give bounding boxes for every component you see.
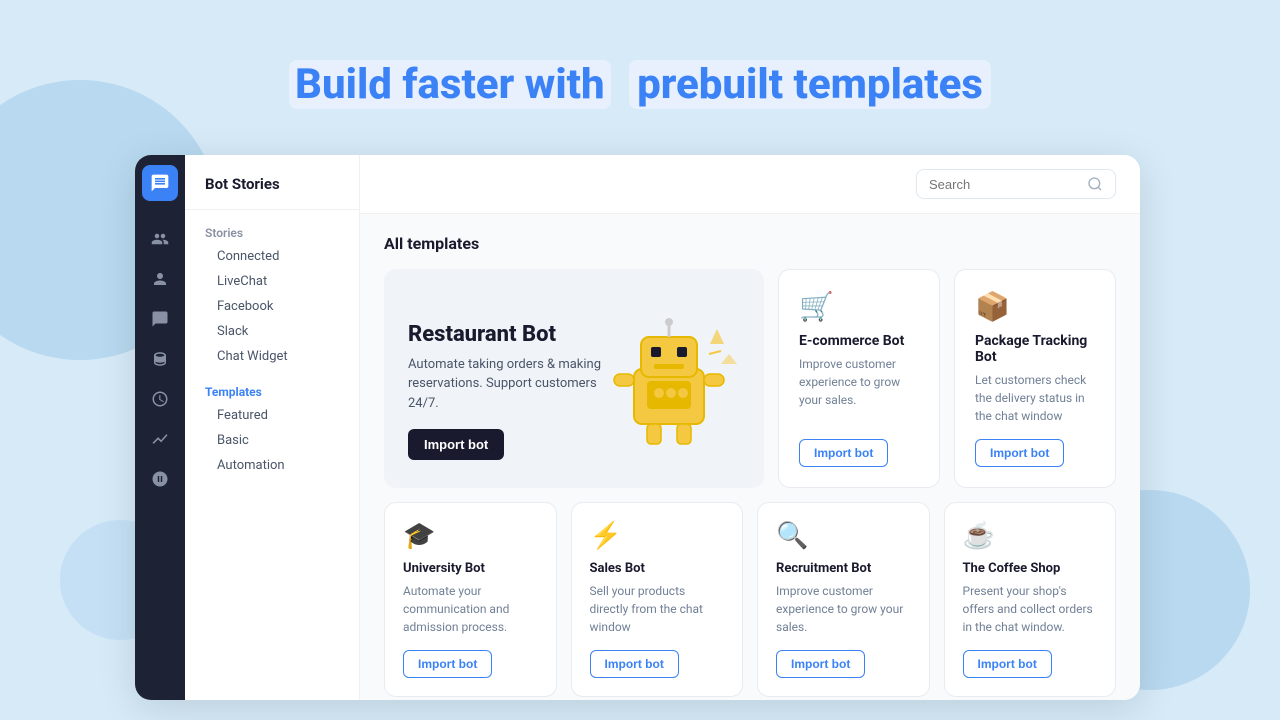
- ecommerce-import-btn[interactable]: Import bot: [799, 439, 888, 467]
- app-logo: [142, 165, 178, 201]
- coffee-title: The Coffee Shop: [963, 561, 1098, 576]
- sidebar-icon-clock[interactable]: [142, 381, 178, 417]
- sidebar-icon-analytics[interactable]: [142, 421, 178, 457]
- recruitment-import-btn[interactable]: Import bot: [776, 650, 865, 678]
- nav-automation[interactable]: Automation: [185, 453, 359, 478]
- nav-featured[interactable]: Featured: [185, 403, 359, 428]
- university-import-btn[interactable]: Import bot: [403, 650, 492, 678]
- sales-title: Sales Bot: [590, 561, 725, 576]
- sidebar-icon-database[interactable]: [142, 341, 178, 377]
- ecommerce-desc: Improve customer experience to grow your…: [799, 355, 919, 425]
- recruitment-icon: 🔍: [776, 521, 911, 551]
- nav-connected[interactable]: Connected: [185, 244, 359, 269]
- nav-livechat[interactable]: LiveChat: [185, 269, 359, 294]
- card-recruitment: 🔍 Recruitment Bot Improve customer exper…: [757, 502, 930, 697]
- search-input[interactable]: [929, 177, 1087, 192]
- coffee-icon: ☕: [963, 521, 1098, 551]
- icon-sidebar: [135, 155, 185, 700]
- coffee-desc: Present your shop's offers and collect o…: [963, 582, 1098, 636]
- package-desc: Let customers check the delivery status …: [975, 371, 1095, 425]
- sidebar-icon-team[interactable]: [142, 221, 178, 257]
- ecommerce-title: E-commerce Bot: [799, 333, 919, 349]
- recruitment-title: Recruitment Bot: [776, 561, 911, 576]
- templates-area: All templates Restaurant Bot Automate ta…: [360, 214, 1140, 700]
- sidebar-icon-contacts[interactable]: [142, 261, 178, 297]
- nav-basic[interactable]: Basic: [185, 428, 359, 453]
- app-container: Bot Stories Stories Connected LiveChat F…: [135, 155, 1140, 700]
- card-sales: ⚡ Sales Bot Sell your products directly …: [571, 502, 744, 697]
- nav-slack[interactable]: Slack: [185, 319, 359, 344]
- sales-import-btn[interactable]: Import bot: [590, 650, 679, 678]
- package-title: Package Tracking Bot: [975, 333, 1095, 365]
- sales-icon: ⚡: [590, 521, 725, 551]
- templates-section-title: All templates: [384, 234, 1116, 253]
- nav-sidebar: Bot Stories Stories Connected LiveChat F…: [185, 155, 360, 700]
- coffee-import-btn[interactable]: Import bot: [963, 650, 1052, 678]
- sales-desc: Sell your products directly from the cha…: [590, 582, 725, 636]
- card-featured-restaurant: Restaurant Bot Automate taking orders & …: [384, 269, 764, 488]
- card-ecommerce: 🛒 E-commerce Bot Improve customer experi…: [778, 269, 940, 488]
- search-box[interactable]: [916, 169, 1116, 199]
- header-prefix: Build faster with: [289, 60, 611, 109]
- ecommerce-icon: 🛒: [799, 290, 919, 323]
- nav-chat-widget[interactable]: Chat Widget: [185, 344, 359, 369]
- featured-import-btn[interactable]: Import bot: [408, 429, 504, 460]
- package-import-btn[interactable]: Import bot: [975, 439, 1064, 467]
- templates-top-grid: Restaurant Bot Automate taking orders & …: [384, 269, 1116, 488]
- search-icon: [1087, 176, 1103, 192]
- header-highlight: prebuilt templates: [629, 60, 991, 109]
- card-coffee: ☕ The Coffee Shop Present your shop's of…: [944, 502, 1117, 697]
- sidebar-icon-chat[interactable]: [142, 301, 178, 337]
- main-content: All templates Restaurant Bot Automate ta…: [360, 155, 1140, 700]
- university-desc: Automate your communication and admissio…: [403, 582, 538, 636]
- university-title: University Bot: [403, 561, 538, 576]
- card-university: 🎓 University Bot Automate your communica…: [384, 502, 557, 697]
- templates-bottom-grid: 🎓 University Bot Automate your communica…: [384, 502, 1116, 697]
- nav-facebook[interactable]: Facebook: [185, 294, 359, 319]
- nav-templates-label: Templates: [185, 377, 359, 403]
- recruitment-desc: Improve customer experience to grow your…: [776, 582, 911, 636]
- nav-title: Bot Stories: [185, 175, 359, 210]
- package-icon: 📦: [975, 290, 1095, 323]
- featured-description: Automate taking orders & making reservat…: [408, 355, 628, 414]
- university-icon: 🎓: [403, 521, 538, 551]
- card-featured-content: Restaurant Bot Automate taking orders & …: [408, 322, 740, 461]
- sidebar-icon-settings[interactable]: [142, 461, 178, 497]
- card-package: 📦 Package Tracking Bot Let customers che…: [954, 269, 1116, 488]
- featured-title: Restaurant Bot: [408, 322, 740, 347]
- toolbar: [360, 155, 1140, 214]
- nav-stories-label: Stories: [185, 222, 359, 244]
- chat-icon: [150, 173, 170, 193]
- page-header: Build faster with prebuilt templates: [0, 60, 1280, 109]
